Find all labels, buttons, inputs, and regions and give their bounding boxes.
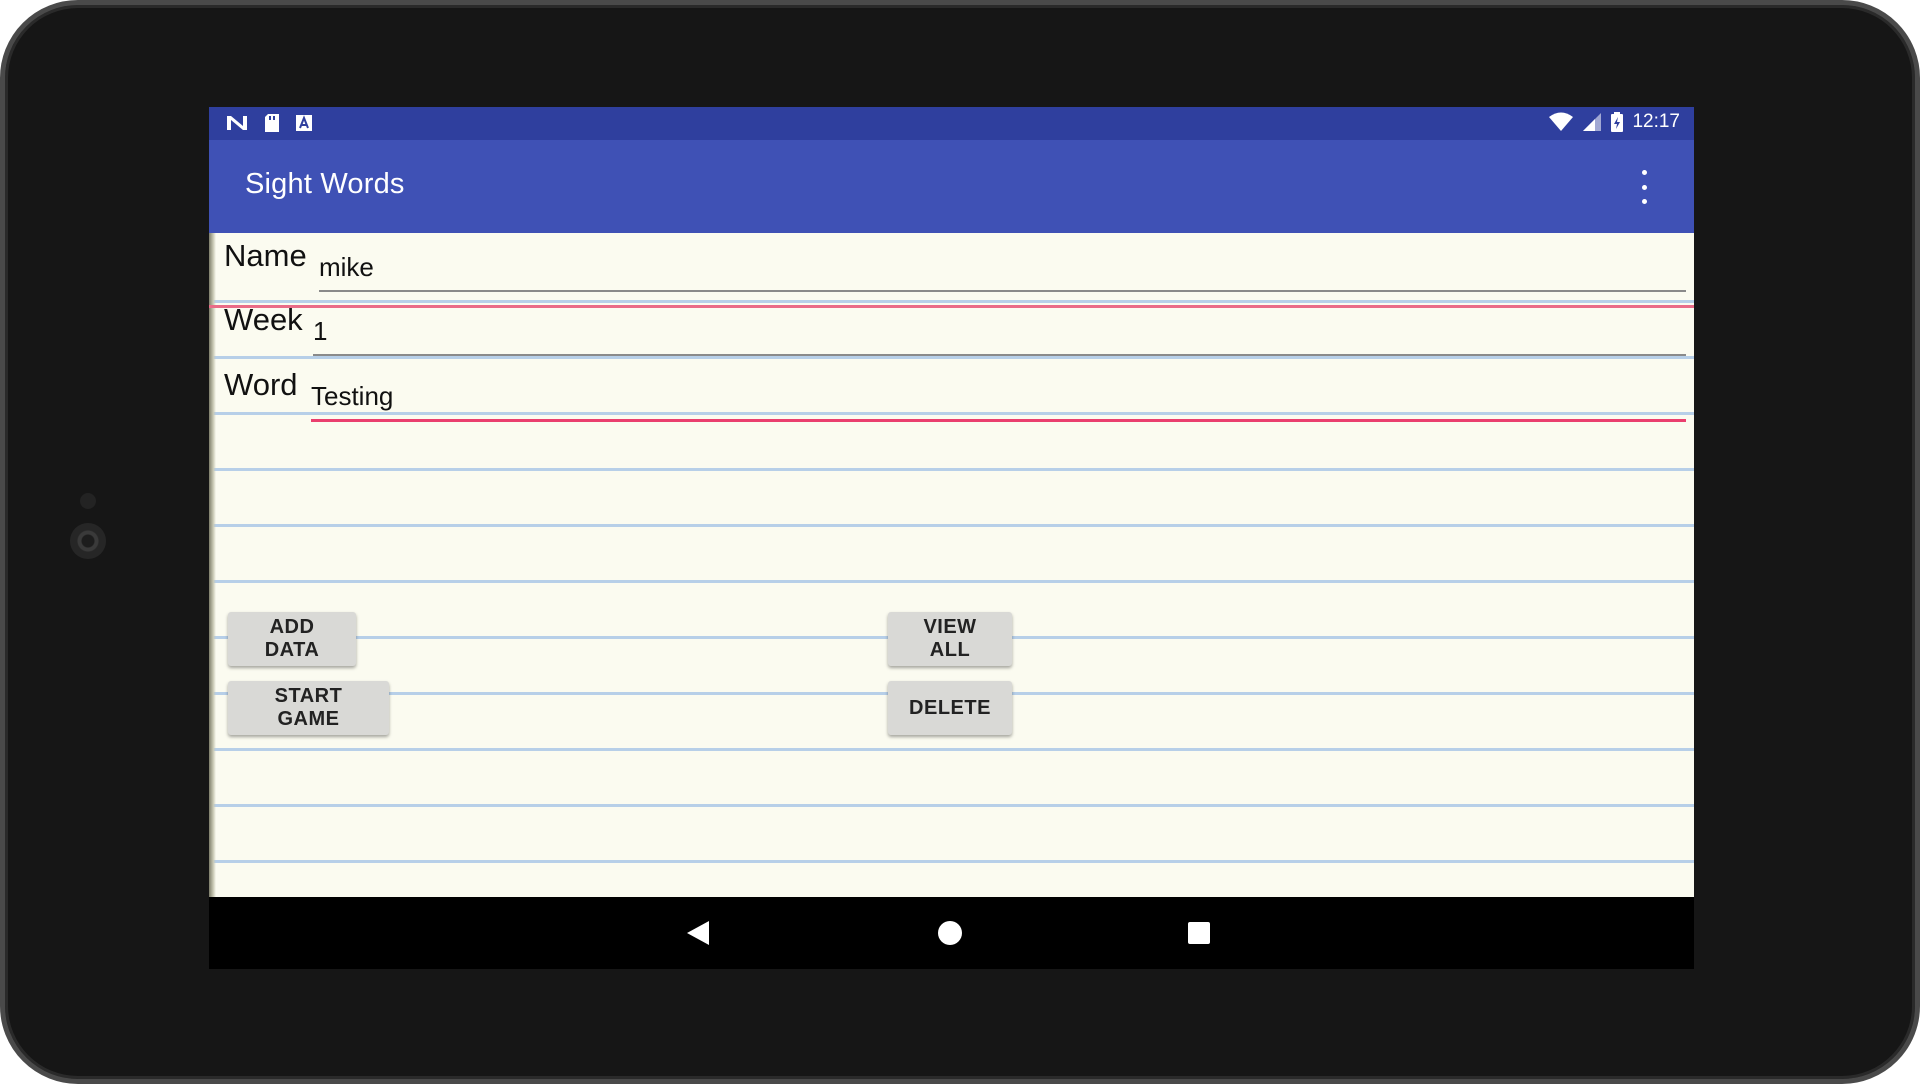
cell-signal-icon (1583, 113, 1602, 131)
paper-edge (209, 233, 216, 897)
recent-square-icon[interactable] (1188, 922, 1210, 944)
text-icon (296, 115, 312, 131)
word-input[interactable] (309, 376, 1673, 416)
notification-n-icon (227, 116, 247, 130)
more-vertical-icon[interactable] (1634, 170, 1654, 204)
week-input[interactable] (311, 311, 1675, 351)
wifi-icon (1549, 112, 1574, 131)
app-toolbar: Sight Words (209, 140, 1694, 233)
add-data-button[interactable]: ADD DATA (228, 612, 356, 666)
word-label: Word (224, 367, 298, 402)
back-triangle-icon[interactable] (687, 921, 709, 945)
home-circle-icon[interactable] (938, 921, 962, 945)
status-system-icons: 12:17 (1548, 111, 1680, 133)
device-screen: 12:17 Sight Words Name Week Word ADD DAT… (209, 107, 1694, 969)
paper-margin-line (209, 305, 1694, 308)
delete-button[interactable]: DELETE (888, 681, 1012, 735)
battery-charging-icon (1611, 112, 1624, 132)
proximity-sensor (80, 493, 96, 509)
sd-card-icon (265, 114, 279, 132)
navigation-bar (209, 897, 1694, 969)
app-title: Sight Words (245, 168, 405, 200)
view-all-button[interactable]: VIEW ALL (888, 612, 1012, 666)
week-input-underline (313, 354, 1686, 356)
word-input-underline (311, 419, 1686, 422)
week-label: Week (224, 302, 303, 337)
front-camera (70, 523, 106, 559)
status-time: 12:17 (1632, 111, 1680, 132)
status-notification-icons (225, 113, 313, 133)
name-input-underline (319, 290, 1686, 292)
name-input[interactable] (317, 247, 1681, 287)
start-game-button[interactable]: START GAME (228, 681, 389, 735)
notebook-content: Name Week Word ADD DATA VIEW ALL START G… (209, 233, 1694, 897)
status-bar: 12:17 (209, 107, 1694, 140)
name-label: Name (224, 238, 307, 273)
